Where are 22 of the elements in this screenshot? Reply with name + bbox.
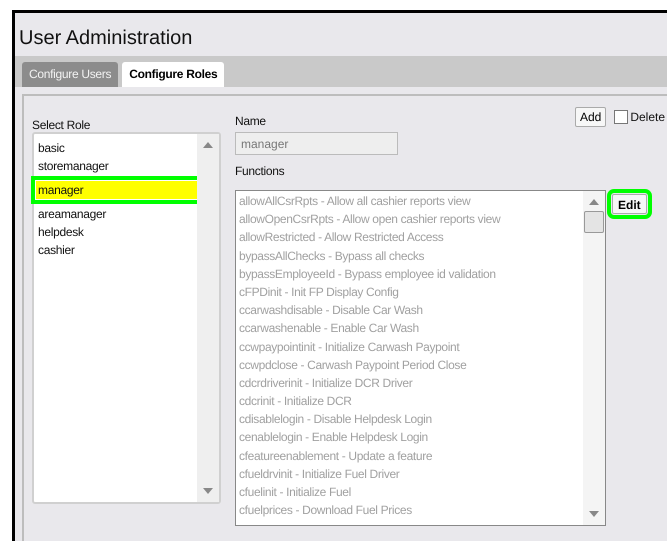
role-item[interactable]: cashier bbox=[36, 241, 197, 259]
delete-checkbox[interactable] bbox=[614, 110, 628, 124]
window-title: User Administration bbox=[18, 26, 194, 51]
functions-list[interactable] bbox=[235, 190, 606, 526]
role-item[interactable]: storemanager bbox=[36, 157, 197, 175]
name-label: Name bbox=[235, 114, 266, 128]
scroll-down-icon[interactable] bbox=[203, 488, 213, 494]
add-button[interactable]: Add bbox=[574, 107, 606, 127]
role-item[interactable]: areamanager bbox=[36, 205, 197, 223]
role-list[interactable]: basic storemanager manager areamanager helpdesk cashier bbox=[32, 132, 221, 504]
role-item[interactable]: manager bbox=[36, 181, 197, 199]
role-item[interactable]: basic bbox=[36, 139, 197, 157]
tab[interactable]: Configure Users bbox=[22, 62, 118, 87]
tab[interactable]: Configure Roles bbox=[122, 62, 224, 87]
delete-label: Delete bbox=[630, 110, 665, 124]
scroll-thumb[interactable] bbox=[584, 211, 604, 233]
functions-label: Functions bbox=[235, 164, 284, 178]
role-item[interactable]: helpdesk bbox=[36, 223, 197, 241]
scroll-up-icon[interactable] bbox=[203, 142, 213, 148]
scroll-up-icon[interactable] bbox=[589, 199, 599, 205]
select-role-label: Select Role bbox=[32, 118, 90, 132]
scroll-down-icon[interactable] bbox=[589, 511, 599, 517]
